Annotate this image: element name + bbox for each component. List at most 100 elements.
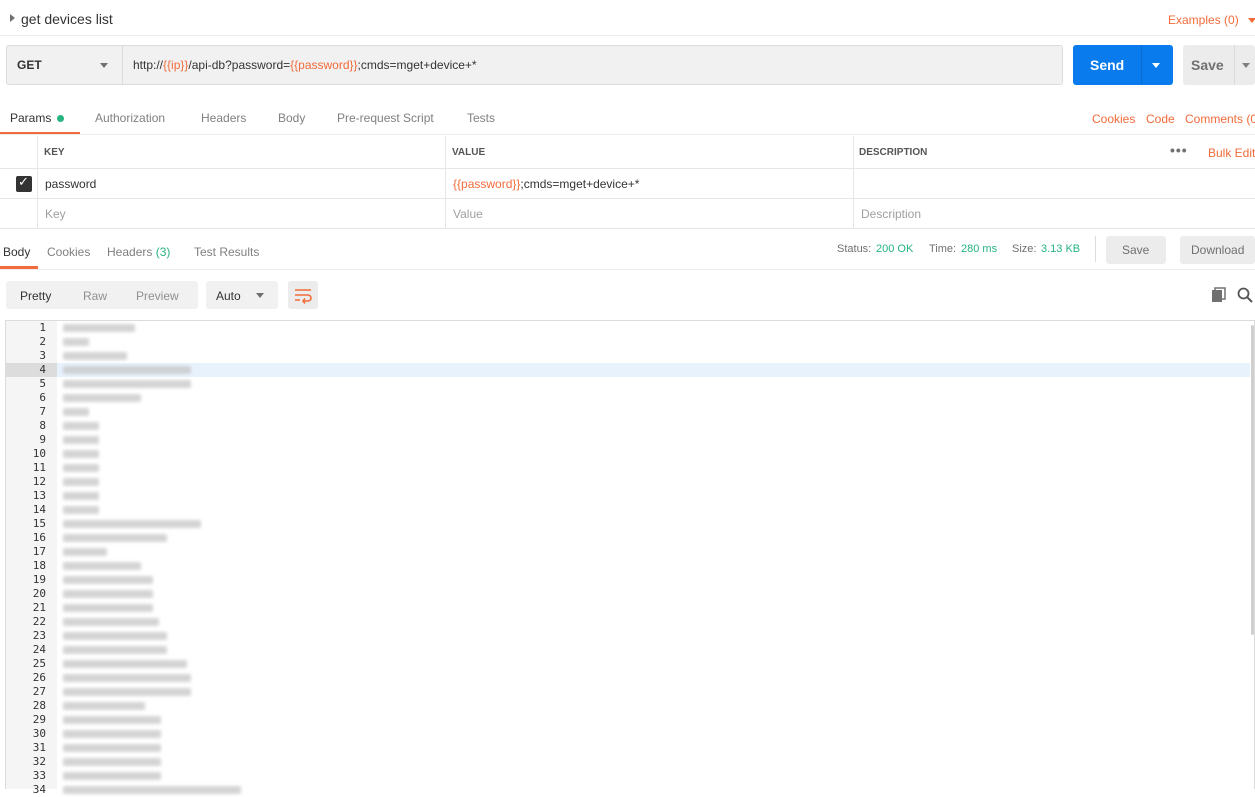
tab-tests[interactable]: Tests <box>467 111 495 125</box>
time-value[interactable]: 280 ms <box>961 243 997 255</box>
line-number: 8 <box>39 419 46 432</box>
redacted-content <box>63 520 201 528</box>
line-number: 11 <box>32 461 46 474</box>
editor-scrollbar[interactable] <box>1251 325 1254 635</box>
examples-link[interactable]: Examples (0) <box>1168 13 1239 27</box>
method-caret-icon <box>100 63 108 68</box>
save-divider <box>1234 45 1235 85</box>
comments-link[interactable]: Comments (0) <box>1185 112 1255 126</box>
send-options-caret-icon[interactable] <box>1152 63 1160 68</box>
examples-caret-icon[interactable] <box>1248 18 1255 23</box>
cookies-link[interactable]: Cookies <box>1092 112 1135 126</box>
line-number: 9 <box>39 433 46 446</box>
redacted-content <box>63 618 159 626</box>
save-options-caret-icon[interactable] <box>1242 63 1250 68</box>
redacted-content <box>63 380 191 388</box>
new-key-input[interactable]: Key <box>45 207 66 221</box>
response-tab-cookies[interactable]: Cookies <box>47 245 90 259</box>
code-line: 18 <box>6 559 1246 573</box>
line-number: 20 <box>32 587 46 600</box>
search-icon[interactable] <box>1237 287 1253 303</box>
meta-divider <box>1095 236 1096 262</box>
redacted-content <box>63 632 167 640</box>
new-value-input[interactable]: Value <box>453 207 483 221</box>
bulk-edit-link[interactable]: Bulk Edit <box>1208 146 1255 160</box>
status-label: Status: <box>837 243 872 255</box>
line-number: 25 <box>32 657 46 670</box>
line-number: 34 <box>32 783 46 796</box>
redacted-content <box>63 422 99 430</box>
code-line: 12 <box>6 475 1246 489</box>
tab-body[interactable]: Body <box>278 111 305 125</box>
redacted-content <box>63 352 127 360</box>
redacted-content <box>63 562 141 570</box>
collapse-caret-icon[interactable] <box>10 14 15 22</box>
redacted-content <box>63 688 191 696</box>
redacted-content <box>63 324 135 332</box>
code-line: 11 <box>6 461 1246 475</box>
code-line: 14 <box>6 503 1246 517</box>
redacted-content <box>63 744 161 752</box>
format-label: Auto <box>216 289 241 303</box>
redacted-content <box>63 646 167 654</box>
response-tab-headers[interactable]: Headers (3) <box>107 245 170 259</box>
code-link[interactable]: Code <box>1146 112 1175 126</box>
tab-params[interactable]: Params <box>10 111 51 125</box>
line-number: 12 <box>32 475 46 488</box>
table-col-divider <box>37 136 38 228</box>
line-number: 29 <box>32 713 46 726</box>
more-options-icon[interactable]: ••• <box>1170 142 1188 158</box>
code-line: 24 <box>6 643 1246 657</box>
param-value-cell[interactable]: {{password}};cmds=mget+device+* <box>453 177 639 191</box>
status-value[interactable]: 200 OK <box>876 243 913 255</box>
size-label: Size: <box>1012 243 1037 255</box>
copy-icon[interactable] <box>1211 287 1227 303</box>
redacted-content <box>63 660 187 668</box>
line-number: 15 <box>32 517 46 530</box>
response-tab-body[interactable]: Body <box>3 245 30 259</box>
line-number: 18 <box>32 559 46 572</box>
url-segment: ;cmds=mget+device+* <box>357 58 477 72</box>
table-col-divider <box>853 136 854 228</box>
line-number: 10 <box>32 447 46 460</box>
format-caret-icon <box>256 293 264 298</box>
redacted-content <box>63 338 89 346</box>
line-number: 17 <box>32 545 46 558</box>
view-pretty-button[interactable]: Pretty <box>20 289 51 303</box>
code-line: 21 <box>6 601 1246 615</box>
view-raw-button[interactable]: Raw <box>83 289 107 303</box>
redacted-content <box>63 702 145 710</box>
redacted-content <box>63 464 99 472</box>
url-variable: {{password}} <box>290 58 358 72</box>
table-bottom-divider <box>0 228 1255 229</box>
size-value[interactable]: 3.13 KB <box>1041 243 1080 255</box>
send-divider <box>1141 45 1142 85</box>
send-label: Send <box>1090 57 1125 73</box>
code-line: 10 <box>6 447 1246 461</box>
line-number: 19 <box>32 573 46 586</box>
redacted-content <box>63 674 191 682</box>
code-line: 4 <box>6 363 1246 377</box>
tab-headers[interactable]: Headers <box>201 111 246 125</box>
tab-prerequest-script[interactable]: Pre-request Script <box>337 111 434 125</box>
line-number: 27 <box>32 685 46 698</box>
params-active-dot-icon <box>57 115 64 122</box>
tab-authorization[interactable]: Authorization <box>95 111 165 125</box>
method-label: GET <box>17 58 42 72</box>
line-number: 33 <box>32 769 46 782</box>
redacted-content <box>63 366 191 374</box>
code-line: 26 <box>6 671 1246 685</box>
line-number: 16 <box>32 531 46 544</box>
new-description-input[interactable]: Description <box>861 207 921 221</box>
code-line: 3 <box>6 349 1246 363</box>
param-key-cell[interactable]: password <box>45 177 96 191</box>
code-line: 28 <box>6 699 1246 713</box>
view-preview-button[interactable]: Preview <box>136 289 179 303</box>
column-header-value: VALUE <box>452 147 486 158</box>
request-name[interactable]: get devices list <box>21 11 113 27</box>
redacted-content <box>63 450 99 458</box>
code-line: 8 <box>6 419 1246 433</box>
response-tab-test-results[interactable]: Test Results <box>194 245 259 259</box>
code-line: 15 <box>6 517 1246 531</box>
redacted-content <box>63 534 167 542</box>
